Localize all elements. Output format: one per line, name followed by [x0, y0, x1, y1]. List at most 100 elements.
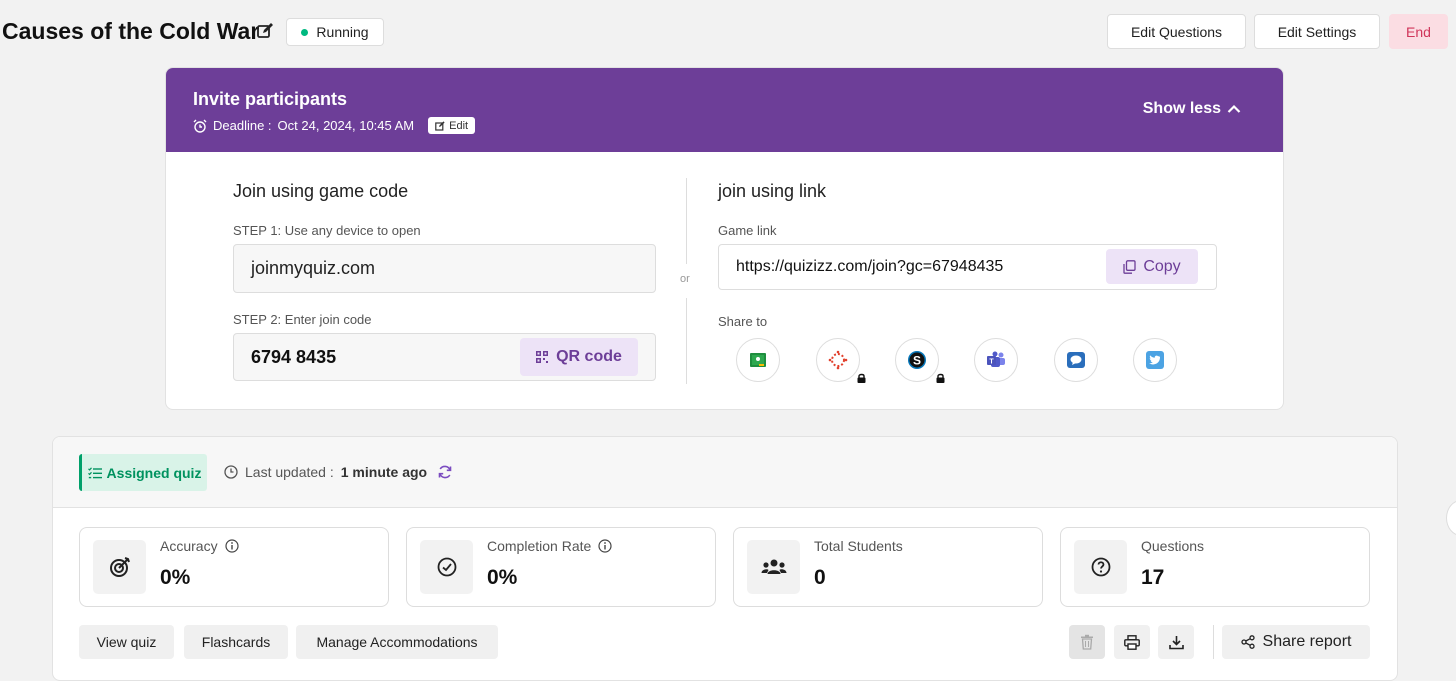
delete-button[interactable]: [1069, 625, 1105, 659]
accuracy-value: 0%: [160, 566, 191, 589]
schoology-icon: S: [908, 351, 926, 369]
copy-icon: [1123, 259, 1136, 274]
share-to-label: Share to: [718, 314, 768, 329]
questions-label-text: Questions: [1141, 538, 1205, 554]
report-panel: Assigned quiz Last updated : 1 minute ag…: [52, 436, 1398, 681]
edit-title-icon[interactable]: [256, 22, 274, 40]
share-microsoft-teams[interactable]: T: [974, 338, 1018, 382]
lock-icon: [936, 373, 945, 383]
game-link-text[interactable]: https://quizizz.com/join?gc=67948435: [736, 258, 1003, 276]
questions-label: Questions: [1141, 538, 1204, 554]
completion-rate-value: 0%: [487, 566, 518, 589]
invite-title: Invite participants: [193, 89, 348, 109]
svg-text:S: S: [913, 354, 921, 368]
page-title: Causes of the Cold War: [2, 18, 260, 44]
deadline-label: Deadline :: [213, 118, 272, 133]
chevron-up-icon: [1227, 104, 1241, 113]
invite-panel: Invite participants Deadline : Oct 24, 2…: [165, 67, 1284, 410]
pencil-icon: [435, 120, 445, 131]
last-updated-label: Last updated :: [245, 464, 334, 480]
invite-header: Invite participants Deadline : Oct 24, 2…: [166, 68, 1283, 152]
stat-card-completion-rate: Completion Rate 0%: [406, 527, 716, 607]
report-header: Assigned quiz Last updated : 1 minute ag…: [53, 437, 1397, 508]
canvas-icon: [828, 350, 848, 370]
accuracy-label: Accuracy: [160, 538, 239, 554]
remind-icon: [1067, 352, 1085, 368]
share-icon: [1240, 635, 1255, 649]
completion-rate-label: Completion Rate: [487, 538, 612, 554]
copy-label: Copy: [1143, 257, 1181, 275]
show-less-toggle[interactable]: Show less: [1143, 100, 1241, 118]
join-code-field: 6794 8435 QR code: [233, 333, 656, 381]
accuracy-label-text: Accuracy: [160, 538, 218, 554]
info-icon[interactable]: [598, 539, 612, 553]
qr-code-icon: [536, 351, 549, 363]
stat-icon-box: [420, 540, 473, 594]
share-canvas[interactable]: [816, 338, 860, 382]
manage-accommodations-button[interactable]: Manage Accommodations: [296, 625, 498, 659]
status-dot: [301, 28, 309, 36]
stat-card-total-students: Total Students 0: [733, 527, 1043, 607]
edit-deadline-label: Edit: [449, 119, 469, 132]
view-quiz-button[interactable]: View quiz: [79, 625, 174, 659]
join-code-text: 6794 8435: [251, 346, 337, 367]
share-twitter[interactable]: [1133, 338, 1177, 382]
edit-deadline-button[interactable]: Edit: [428, 117, 476, 134]
target-icon: [109, 557, 130, 577]
qr-code-button[interactable]: QR code: [520, 338, 638, 376]
stat-card-questions: Questions 17: [1060, 527, 1370, 607]
status-text: Running: [316, 24, 369, 40]
column-divider-bottom: [686, 298, 687, 384]
column-divider-top: [686, 178, 687, 264]
share-remind[interactable]: [1054, 338, 1098, 382]
game-link-label: Game link: [718, 223, 777, 238]
users-icon: [761, 559, 786, 574]
total-students-label: Total Students: [814, 538, 903, 554]
share-schoology[interactable]: S: [895, 338, 939, 382]
side-panel-handle[interactable]: [1446, 500, 1456, 536]
show-less-label: Show less: [1142, 100, 1221, 117]
or-divider-text: or: [680, 273, 690, 285]
google-classroom-icon: [750, 353, 766, 367]
questions-value: 17: [1141, 566, 1165, 589]
download-button[interactable]: [1158, 625, 1194, 659]
twitter-icon: [1146, 351, 1164, 369]
link-heading: join using link: [718, 181, 827, 201]
completion-rate-label-text: Completion Rate: [487, 538, 592, 554]
edit-settings-button[interactable]: Edit Settings: [1254, 14, 1380, 49]
share-report-button[interactable]: Share report: [1222, 625, 1370, 659]
lock-icon: [857, 373, 866, 383]
check-circle-icon: [437, 557, 456, 577]
last-updated-value: 1 minute ago: [340, 464, 428, 480]
stat-icon-box: [1074, 540, 1127, 594]
deadline-value: Oct 24, 2024, 10:45 AM: [277, 118, 415, 133]
status-badge: Running: [286, 18, 384, 46]
share-report-label: Share report: [1262, 633, 1352, 650]
clock-icon: [224, 465, 238, 479]
flashcards-button[interactable]: Flashcards: [184, 625, 288, 659]
deadline-row: Deadline : Oct 24, 2024, 10:45 AM Edit: [193, 117, 476, 134]
qr-code-label: QR code: [556, 348, 622, 365]
end-button[interactable]: End: [1389, 14, 1448, 49]
microsoft-teams-icon: T: [987, 351, 1005, 367]
stat-icon-box: [93, 540, 146, 594]
step2-label: STEP 2: Enter join code: [233, 312, 372, 327]
share-google-classroom[interactable]: [736, 338, 780, 382]
edit-questions-button[interactable]: Edit Questions: [1107, 14, 1246, 49]
game-code-heading: Join using game code: [233, 181, 409, 201]
last-updated: Last updated : 1 minute ago: [224, 464, 427, 480]
copy-link-button[interactable]: Copy: [1106, 249, 1198, 284]
svg-text:T: T: [989, 359, 994, 366]
game-link-field: https://quizizz.com/join?gc=67948435 Cop…: [718, 244, 1217, 290]
print-button[interactable]: [1114, 625, 1150, 659]
printer-icon: [1124, 634, 1140, 650]
info-icon[interactable]: [224, 539, 239, 553]
total-students-value: 0: [814, 566, 826, 589]
checklist-icon: [87, 466, 102, 478]
join-site-field: joinmyquiz.com: [233, 244, 656, 293]
refresh-icon[interactable]: [437, 464, 453, 480]
actions-separator: [1213, 625, 1214, 659]
download-icon: [1168, 635, 1184, 649]
question-circle-icon: [1091, 557, 1110, 577]
top-bar: Causes of the Cold War Running Edit Ques…: [0, 0, 1456, 64]
